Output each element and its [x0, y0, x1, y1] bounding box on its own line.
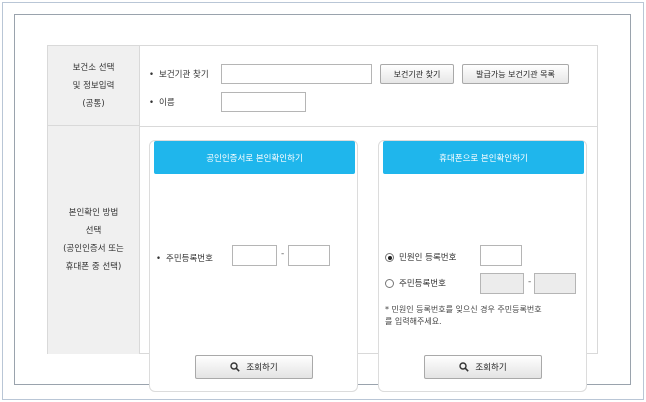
- institution-input[interactable]: [221, 64, 372, 84]
- name-label: 이름: [149, 96, 175, 108]
- label-line: 및 정보입력: [72, 80, 115, 91]
- find-institution-button[interactable]: 보건기관 찾기: [380, 64, 454, 84]
- phone-rrn-back-input[interactable]: [534, 273, 576, 294]
- search-icon: [230, 362, 241, 372]
- applicant-number-input[interactable]: [480, 245, 522, 266]
- phone-rrn-dash: -: [528, 277, 532, 287]
- rrn-front-input[interactable]: [232, 245, 277, 266]
- phone-panel: 휴대폰으로 본인확인하기 민원인 등록번호 주민등록번호 - * 민원인 등록번…: [378, 140, 587, 392]
- certificate-panel: 공인인증서로 본인확인하기 주민등록번호 - 조회하기: [149, 140, 358, 392]
- rrn-dash: -: [281, 249, 285, 259]
- certificate-search-button[interactable]: 조회하기: [195, 355, 313, 379]
- rrn-notice: * 민원인 등록번호를 잊으신 경우 주민등록번호 를 입력해주세요.: [385, 304, 542, 328]
- search-button-label: 조회하기: [475, 363, 507, 373]
- name-input[interactable]: [221, 92, 306, 112]
- label-line: 보건소 선택: [72, 62, 115, 73]
- health-center-label-cell: 보건소 선택 및 정보입력 (공통): [48, 46, 140, 126]
- search-icon: [459, 362, 470, 372]
- phone-search-button[interactable]: 조회하기: [424, 355, 542, 379]
- rrn-label: 주민등록번호: [156, 252, 213, 264]
- verification-form: 보건소 선택 및 정보입력 (공통) 보건기관 찾기 보건기관 찾기 발급가능 …: [47, 45, 598, 392]
- notice-line: * 민원인 등록번호를 잊으신 경우 주민등록번호: [385, 305, 542, 314]
- institution-label: 보건기관 찾기: [149, 68, 209, 80]
- certificate-verify-header[interactable]: 공인인증서로 본인확인하기: [154, 141, 355, 174]
- label-line: 선택: [85, 226, 102, 236]
- notice-line: 를 입력해주세요.: [385, 317, 442, 326]
- applicant-number-radio[interactable]: [385, 253, 394, 262]
- row-divider: [140, 126, 598, 127]
- label-line: 본인확인 방법: [68, 208, 119, 218]
- label-line: 휴대폰 중 선택): [65, 262, 122, 272]
- rrn-back-input[interactable]: [288, 245, 330, 266]
- rrn-radio[interactable]: [385, 279, 394, 288]
- applicant-number-label: 민원인 등록번호: [399, 253, 457, 263]
- search-button-label: 조회하기: [246, 363, 278, 373]
- phone-rrn-front-input[interactable]: [480, 273, 524, 294]
- phone-verify-header[interactable]: 휴대폰으로 본인확인하기: [383, 141, 584, 174]
- label-line: (공통): [82, 98, 105, 109]
- label-line: (공인인증서 또는: [63, 244, 124, 254]
- verification-label-cell: 본인확인 방법 선택 (공인인증서 또는 휴대폰 중 선택): [48, 126, 140, 354]
- available-institution-list-button[interactable]: 발급가능 보건기관 목록: [462, 64, 569, 84]
- rrn-option-label: 주민등록번호: [399, 279, 446, 289]
